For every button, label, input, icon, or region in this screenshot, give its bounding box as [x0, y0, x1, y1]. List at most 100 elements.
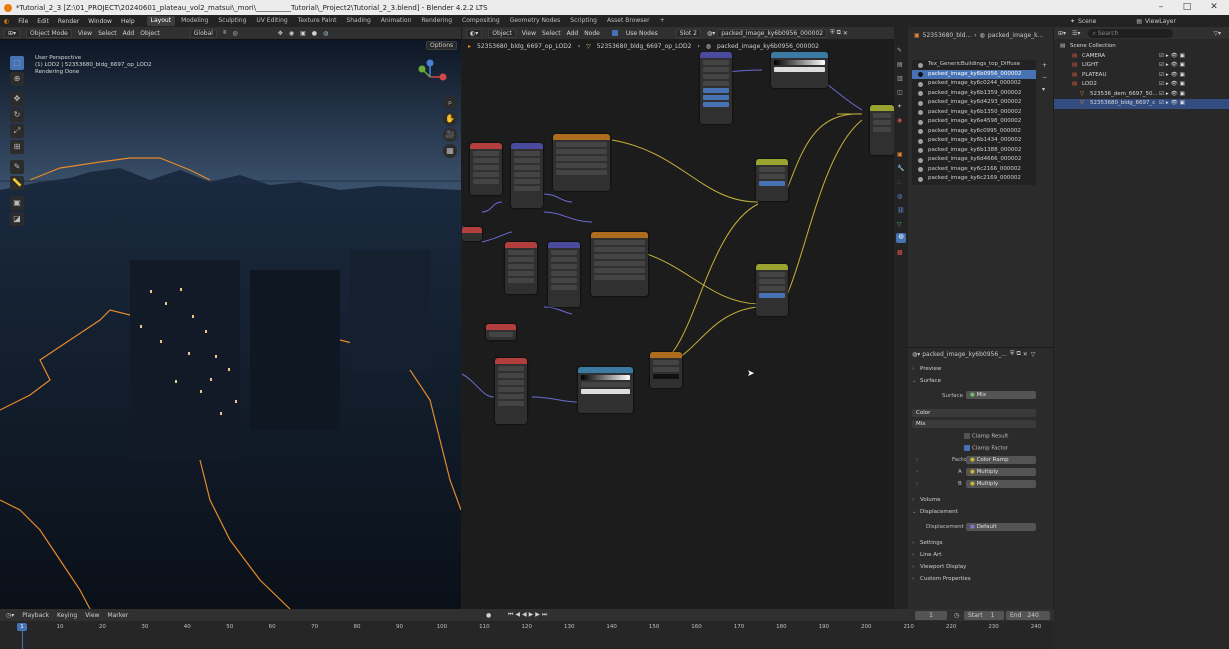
- color-node[interactable]: [486, 324, 516, 340]
- output-tab-icon[interactable]: ▥: [897, 75, 903, 82]
- proportional-icon[interactable]: ◎: [233, 30, 238, 37]
- outliner-item[interactable]: ▽ 52353680_bldg_6697_c ☑▸👁▣: [1054, 99, 1229, 109]
- world-tab-icon[interactable]: ◉: [897, 117, 902, 124]
- menu-render[interactable]: Render: [58, 18, 79, 25]
- physics-tab-icon[interactable]: ◍: [897, 193, 902, 200]
- outliner-display-mode-icon[interactable]: ☰▾: [1072, 30, 1080, 37]
- material-slot-item[interactable]: packed_image_ky6d4666_000002: [912, 155, 1036, 165]
- move-icon[interactable]: ✥: [10, 92, 24, 106]
- fake-user-icon-2[interactable]: ⛨: [1010, 350, 1015, 358]
- texture-tab-icon[interactable]: ▩: [897, 249, 903, 256]
- tab-layout[interactable]: Layout: [146, 16, 176, 26]
- section-custom-properties[interactable]: › Custom Properties: [908, 573, 1053, 585]
- object-tab-icon[interactable]: ▣: [897, 151, 903, 158]
- viewport-menu-view[interactable]: View: [78, 30, 92, 37]
- pan-icon[interactable]: ✋: [443, 112, 457, 126]
- scene-selector[interactable]: Scene: [1078, 18, 1096, 25]
- tab-compositing[interactable]: Compositing: [458, 16, 504, 26]
- visibility-toggles[interactable]: ☑▸👁▣: [1159, 52, 1187, 62]
- surface-shader-field[interactable]: ● Mix: [966, 391, 1036, 399]
- navigation-gizmo[interactable]: [410, 55, 450, 95]
- measure-icon[interactable]: 📏: [10, 176, 24, 190]
- tab-texture-paint[interactable]: Texture Paint: [294, 16, 341, 26]
- viewport-menu-object[interactable]: Object: [140, 30, 160, 37]
- a-expand-icon[interactable]: ›: [916, 469, 918, 475]
- factor-link-field[interactable]: ● Color Ramp: [966, 456, 1036, 464]
- material-slot-list[interactable]: Tex_GenericBuildings_top_Diffuse packed_i…: [912, 60, 1036, 185]
- texture-coordinate-node-2[interactable]: [505, 242, 537, 294]
- current-frame-field[interactable]: 1: [915, 610, 947, 620]
- timeline-menu-playback[interactable]: Playback: [22, 612, 49, 619]
- data-type-select[interactable]: Color: [912, 409, 1036, 417]
- material-datablock-name[interactable]: packed_image_ky6b0956_...: [922, 351, 1007, 358]
- material-slot-item[interactable]: packed_image_ky6b1434_000002: [912, 136, 1036, 146]
- options-button[interactable]: Options: [426, 41, 458, 50]
- image-texture-node-2[interactable]: [591, 232, 648, 296]
- cursor-icon[interactable]: ⊕: [10, 72, 24, 86]
- playhead[interactable]: 1: [17, 623, 27, 631]
- menu-file[interactable]: File: [18, 18, 28, 25]
- material-output-node[interactable]: [870, 105, 894, 155]
- multiply-node[interactable]: [650, 352, 682, 388]
- menu-window[interactable]: Window: [88, 18, 112, 25]
- outliner-filter-icon[interactable]: ▽▾: [1213, 30, 1221, 37]
- material-browse-icon[interactable]: ◍▾: [912, 351, 920, 358]
- editor-type-icon[interactable]: ⊞▾: [4, 28, 21, 38]
- view-layer-selector[interactable]: ViewLayer: [1145, 18, 1176, 25]
- factor-expand-icon[interactable]: ›: [916, 457, 918, 463]
- data-tab-icon[interactable]: ▽: [897, 221, 902, 228]
- section-preview[interactable]: › Preview: [908, 363, 1053, 375]
- add-workspace-button[interactable]: +: [656, 16, 669, 26]
- material-slot-item[interactable]: packed_image_ky6b1388_000002: [912, 146, 1036, 156]
- 3d-viewport[interactable]: User Perspective (1) LOD2 | 52353680_bld…: [0, 40, 461, 609]
- section-surface[interactable]: ⌄ Surface: [908, 375, 1053, 387]
- tab-rendering[interactable]: Rendering: [417, 16, 456, 26]
- material-slot-item[interactable]: packed_image_ky6c0995_000002: [912, 127, 1036, 137]
- material-slot-item[interactable]: packed_image_ky6c0244_000002: [912, 79, 1036, 89]
- displacement-field[interactable]: ● Default: [966, 523, 1036, 531]
- outliner-item[interactable]: ▤ CAMERA ☑▸👁▣: [1054, 52, 1229, 62]
- node-menu-select[interactable]: Select: [542, 30, 561, 37]
- gizmo-icon[interactable]: ✥: [278, 30, 283, 37]
- outliner-editor-icon[interactable]: ⊞▾: [1058, 30, 1066, 37]
- remove-slot-icon[interactable]: −: [1042, 74, 1047, 81]
- menu-edit[interactable]: Edit: [37, 18, 49, 25]
- end-frame-field[interactable]: End 240: [1006, 610, 1050, 620]
- material-name-field[interactable]: packed_image_ky6b0956_000002: [717, 28, 828, 38]
- visibility-toggles[interactable]: ☑▸👁▣: [1159, 99, 1187, 109]
- visibility-toggles[interactable]: ☑▸👁▣: [1159, 90, 1187, 100]
- section-displacement[interactable]: ⌄ Displacement: [908, 506, 1053, 518]
- camera-view-icon[interactable]: 🎥: [443, 128, 457, 142]
- blender-menu-icon[interactable]: ◐: [4, 18, 9, 25]
- annotate-icon[interactable]: ✎: [10, 160, 24, 174]
- a-link-field[interactable]: ● Multiply: [966, 468, 1036, 476]
- texture-coordinate-node[interactable]: [470, 143, 502, 195]
- view-layer-tab-icon[interactable]: ◫: [897, 89, 903, 96]
- visibility-toggles[interactable]: ☑▸👁▣: [1159, 61, 1187, 71]
- mapping-node-2[interactable]: [548, 242, 580, 307]
- tab-shading[interactable]: Shading: [342, 16, 374, 26]
- minimize-icon[interactable]: –: [1150, 0, 1172, 15]
- add-object-icon[interactable]: ◪: [10, 212, 24, 226]
- select-box-icon[interactable]: ⬚: [10, 56, 24, 70]
- use-nodes-checkbox[interactable]: Use Nodes: [606, 30, 658, 37]
- start-frame-field[interactable]: Start 1: [964, 610, 1004, 620]
- mode-selector[interactable]: Object Mode: [26, 28, 72, 38]
- tab-animation[interactable]: Animation: [377, 16, 416, 26]
- duplicate-material-icon[interactable]: ⧉: [837, 29, 841, 37]
- material-slot-item[interactable]: packed_image_ky6e4598_000002: [912, 117, 1036, 127]
- modifier-tab-icon[interactable]: 🔧: [897, 165, 904, 172]
- record-icon[interactable]: ●: [486, 612, 491, 619]
- snap-icon[interactable]: ⌾: [223, 29, 227, 37]
- preview-range-icon[interactable]: ◷: [954, 612, 959, 619]
- constraints-tab-icon[interactable]: ⛓: [897, 207, 905, 214]
- playback-controls[interactable]: ⏮◀◀▶▶⏭: [508, 611, 549, 619]
- blend-mode-select[interactable]: Mix: [912, 420, 1036, 428]
- material-slot-item[interactable]: packed_image_ky6c2166_000002: [912, 165, 1036, 175]
- slot-specials-icon[interactable]: ▾: [1042, 86, 1045, 93]
- transform-icon[interactable]: ⊞: [10, 140, 24, 154]
- color-ramp-node[interactable]: [578, 367, 633, 413]
- outliner-item[interactable]: ▤ PLATEAU ☑▸👁▣: [1054, 71, 1229, 81]
- image-texture-node-1[interactable]: [553, 134, 610, 191]
- b-expand-icon[interactable]: ›: [916, 481, 918, 487]
